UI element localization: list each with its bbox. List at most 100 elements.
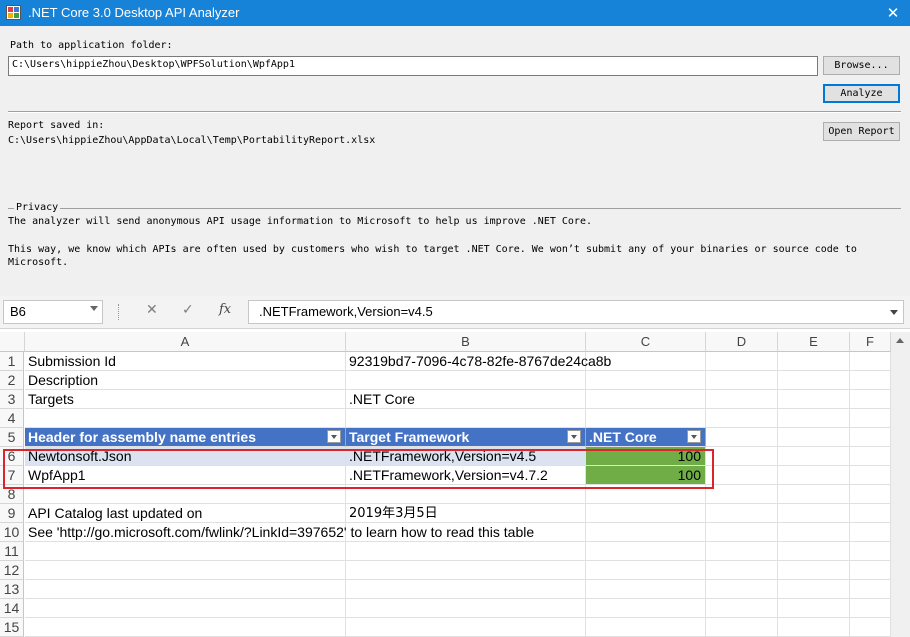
grid-cell[interactable] — [706, 561, 778, 580]
grid-cell[interactable] — [706, 447, 778, 466]
grid-cell[interactable] — [586, 409, 706, 428]
grid-cell[interactable] — [346, 599, 586, 618]
grid-cell[interactable] — [850, 466, 891, 485]
grid-cell[interactable] — [850, 542, 891, 561]
grid-cell[interactable] — [706, 542, 778, 561]
grid-cell[interactable] — [346, 580, 586, 599]
grid-cell[interactable] — [25, 542, 346, 561]
row-header-5[interactable]: 5 — [0, 428, 24, 447]
grid-cell[interactable] — [706, 428, 778, 447]
column-header-c[interactable]: C — [586, 332, 706, 352]
enter-icon[interactable]: ✓ — [182, 302, 194, 318]
grid-cell[interactable] — [346, 561, 586, 580]
grid-cell[interactable] — [706, 485, 778, 504]
grid-cell[interactable] — [706, 466, 778, 485]
column-header-e[interactable]: E — [778, 332, 850, 352]
path-input[interactable]: C:\Users\hippieZhou\Desktop\WPFSolution\… — [8, 56, 818, 76]
row-header-15[interactable]: 15 — [0, 618, 24, 637]
grid-cell[interactable] — [586, 580, 706, 599]
function-icon[interactable]: fx — [219, 302, 231, 317]
grid-cell[interactable] — [586, 390, 706, 409]
grid-cell[interactable] — [778, 618, 850, 637]
row-header-4[interactable]: 4 — [0, 409, 24, 428]
grid-cell[interactable] — [778, 561, 850, 580]
cell-a2[interactable]: Description — [25, 371, 346, 390]
filter-dropdown-icon[interactable] — [687, 430, 701, 443]
grid-cell[interactable] — [706, 504, 778, 523]
grid-cell[interactable] — [778, 580, 850, 599]
grid-cell[interactable] — [706, 371, 778, 390]
select-all-corner[interactable] — [0, 332, 25, 352]
grid-cell[interactable] — [778, 390, 850, 409]
row-header-13[interactable]: 13 — [0, 580, 24, 599]
column-header-f[interactable]: F — [850, 332, 891, 352]
grid-cell[interactable] — [850, 409, 891, 428]
grid-cell[interactable] — [25, 618, 346, 637]
grid-cell[interactable] — [25, 409, 346, 428]
grid-cell[interactable] — [586, 561, 706, 580]
grid-cell[interactable] — [850, 447, 891, 466]
grid-cell[interactable] — [850, 428, 891, 447]
grid-cell[interactable] — [346, 371, 586, 390]
grid-cell[interactable] — [850, 352, 891, 371]
row-header-10[interactable]: 10 — [0, 523, 24, 542]
cell-a1[interactable]: Submission Id — [25, 352, 346, 371]
grid-cell[interactable] — [778, 466, 850, 485]
row-header-1[interactable]: 1 — [0, 352, 24, 371]
scroll-up-icon[interactable] — [896, 338, 904, 343]
grid-cell[interactable] — [778, 599, 850, 618]
grid-cell[interactable] — [778, 504, 850, 523]
row-header-14[interactable]: 14 — [0, 599, 24, 618]
grid-cell[interactable] — [586, 599, 706, 618]
grid-cell[interactable] — [586, 523, 706, 542]
grid-cell[interactable] — [850, 523, 891, 542]
filter-dropdown-icon[interactable] — [327, 430, 341, 443]
grid-cell[interactable] — [850, 504, 891, 523]
column-header-d[interactable]: D — [706, 332, 778, 352]
browse-button[interactable]: Browse... — [823, 56, 900, 75]
grid-cell[interactable] — [778, 352, 850, 371]
grid-cell[interactable] — [778, 447, 850, 466]
cancel-icon[interactable]: ✕ — [146, 302, 158, 318]
grid-cell[interactable] — [346, 618, 586, 637]
cell-a3[interactable]: Targets — [25, 390, 346, 409]
grid-cell[interactable] — [850, 618, 891, 637]
cell-b5-header[interactable]: Target Framework — [346, 428, 586, 447]
report-path[interactable]: C:\Users\hippieZhou\AppData\Local\Temp\P… — [8, 135, 375, 146]
grid-cell[interactable] — [706, 409, 778, 428]
grid-cell[interactable] — [850, 371, 891, 390]
grid-cell[interactable] — [586, 618, 706, 637]
grid-cell[interactable] — [346, 409, 586, 428]
grid-cell[interactable] — [850, 485, 891, 504]
close-icon[interactable]: ✕ — [876, 0, 910, 26]
cell-a10[interactable]: See 'http://go.microsoft.com/fwlink/?Lin… — [25, 523, 534, 542]
grid-cell[interactable] — [586, 504, 706, 523]
cell-a9[interactable]: API Catalog last updated on — [25, 504, 346, 523]
grid-cell[interactable] — [25, 580, 346, 599]
grid-cell[interactable] — [706, 523, 778, 542]
row-header-9[interactable]: 9 — [0, 504, 24, 523]
grid-cell[interactable] — [778, 542, 850, 561]
cell-c5-header[interactable]: .NET Core — [586, 428, 706, 447]
column-header-a[interactable]: A — [25, 332, 346, 352]
row-header-11[interactable]: 11 — [0, 542, 24, 561]
name-box[interactable]: B6 — [3, 300, 103, 324]
grid-cell[interactable] — [346, 542, 586, 561]
grid-cell[interactable] — [850, 561, 891, 580]
row-header-2[interactable]: 2 — [0, 371, 24, 390]
grid-cell[interactable] — [586, 542, 706, 561]
grid-cell[interactable] — [778, 485, 850, 504]
grid-cell[interactable] — [778, 523, 850, 542]
grid-cell[interactable] — [25, 561, 346, 580]
chevron-down-icon[interactable] — [90, 306, 98, 311]
expand-formula-icon[interactable] — [890, 310, 898, 315]
grid-cell[interactable] — [778, 371, 850, 390]
grid-cell[interactable] — [586, 371, 706, 390]
cell-b3[interactable]: .NET Core — [346, 390, 586, 409]
grid-cell[interactable] — [850, 390, 891, 409]
grid-cell[interactable] — [850, 599, 891, 618]
grid-cell[interactable] — [778, 428, 850, 447]
grid-cell[interactable] — [706, 390, 778, 409]
cell-b1[interactable]: 92319bd7-7096-4c78-82fe-8767de24ca8b — [346, 352, 611, 371]
open-report-button[interactable]: Open Report — [823, 122, 900, 141]
